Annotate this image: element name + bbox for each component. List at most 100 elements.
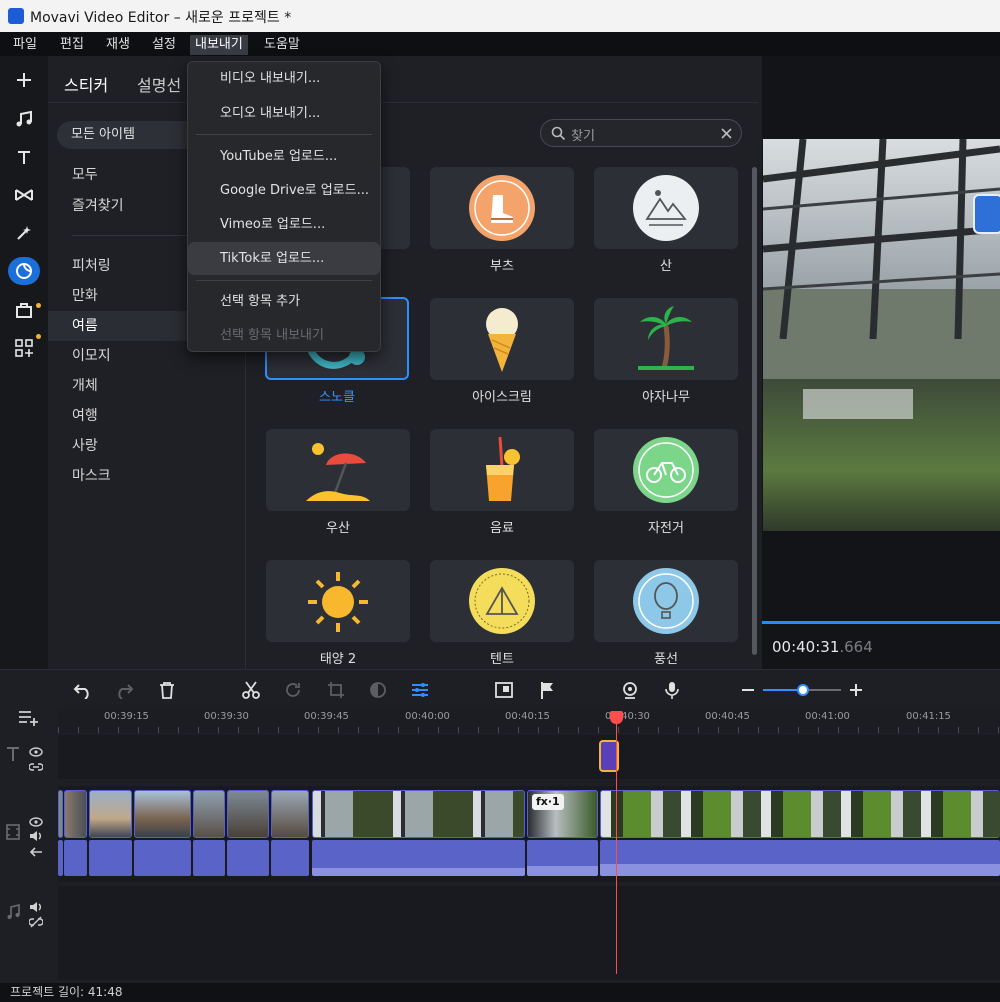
audio-wave[interactable]	[312, 840, 525, 876]
menu-item-upload-tiktok[interactable]: TikTok로 업로드...	[188, 242, 380, 275]
crop-icon[interactable]	[326, 680, 346, 700]
video-clip-parrots[interactable]	[600, 790, 1000, 838]
tab-callouts[interactable]: 설명선	[137, 72, 181, 96]
video-track-icon	[6, 824, 20, 844]
menu-item-upload-youtube[interactable]: YouTube로 업로드...	[188, 141, 380, 172]
audio-wave[interactable]	[64, 840, 87, 876]
sticker-tile-umbrella[interactable]	[266, 429, 410, 511]
microphone-icon[interactable]	[662, 680, 682, 700]
music-icon[interactable]	[8, 105, 40, 133]
menu-item-export-video[interactable]: 비디오 내보내기...	[188, 63, 380, 94]
video-clip[interactable]	[227, 790, 269, 838]
menu-file[interactable]: 파일	[8, 35, 42, 55]
menu-export[interactable]: 내보내기	[190, 35, 248, 55]
filter-dropdown[interactable]: 모든 아이템	[57, 121, 207, 149]
titles-icon[interactable]	[8, 143, 40, 171]
menu-settings[interactable]: 설정	[147, 35, 181, 55]
movavi-logo-icon	[8, 8, 24, 24]
sticker-tile-bicycle[interactable]	[594, 429, 738, 511]
category-love[interactable]: 사랑	[48, 431, 245, 461]
audio-wave[interactable]	[600, 840, 1000, 876]
video-clip[interactable]	[271, 790, 309, 838]
store-bag-icon[interactable]	[8, 296, 40, 324]
audio-wave[interactable]	[58, 840, 63, 876]
tent-icon	[469, 568, 535, 634]
playhead-handle[interactable]	[610, 711, 623, 724]
webcam-icon[interactable]	[620, 680, 640, 700]
sticker-label-tent: 텐트	[490, 652, 514, 667]
sticker-tile-sun[interactable]	[266, 560, 410, 642]
zoom-slider-thumb[interactable]	[797, 684, 809, 696]
sticker-tile-mountain[interactable]	[594, 167, 738, 249]
menu-play[interactable]: 재생	[101, 35, 135, 55]
sticker-tile-tent[interactable]	[430, 560, 574, 642]
clip-properties-icon[interactable]	[410, 680, 430, 700]
category-objects[interactable]: 개체	[48, 371, 245, 401]
rotate-icon[interactable]	[283, 680, 303, 700]
clear-icon[interactable]	[721, 128, 732, 139]
audio-wave[interactable]	[227, 840, 269, 876]
ruler-tick: 00:40:15	[505, 711, 550, 722]
menu-item-export-audio[interactable]: 오디오 내보내기...	[188, 98, 380, 129]
sticker-label-bicycle: 자전거	[648, 521, 684, 536]
sticker-tile-balloon[interactable]	[594, 560, 738, 642]
title-track[interactable]	[58, 735, 1000, 779]
pip-icon[interactable]	[494, 680, 514, 700]
menu-bar: 파일 편집 재생 설정 내보내기 도움말	[0, 32, 1000, 56]
redo-icon[interactable]	[114, 680, 134, 700]
effects-wand-icon[interactable]	[8, 219, 40, 247]
audio-wave[interactable]	[193, 840, 225, 876]
video-clip[interactable]	[193, 790, 225, 838]
video-clip[interactable]	[89, 790, 132, 838]
sticker-tile-palm[interactable]	[594, 298, 738, 380]
audio-wave[interactable]	[134, 840, 191, 876]
transitions-icon[interactable]	[8, 181, 40, 209]
video-clip[interactable]	[64, 790, 87, 838]
delete-icon[interactable]	[157, 680, 177, 700]
menu-item-add-selection[interactable]: 선택 항목 추가	[188, 286, 380, 317]
sticker-overlay[interactable]	[973, 194, 1000, 234]
video-clip[interactable]	[58, 790, 63, 838]
tab-stickers[interactable]: 스티커	[64, 72, 108, 96]
fx-badge[interactable]: fx·1	[532, 794, 564, 810]
color-adjust-icon[interactable]	[368, 680, 388, 700]
menu-item-upload-google-drive[interactable]: Google Drive로 업로드...	[188, 175, 380, 206]
category-travel[interactable]: 여행	[48, 401, 245, 431]
preview-progress[interactable]	[762, 621, 1000, 624]
menu-item-upload-vimeo[interactable]: Vimeo로 업로드...	[188, 209, 380, 240]
video-clip[interactable]	[134, 790, 191, 838]
category-masks[interactable]: 마스크	[48, 461, 245, 491]
sticker-scrollbar[interactable]	[752, 167, 757, 655]
search-input[interactable]: 찾기	[571, 125, 595, 144]
cut-icon[interactable]	[241, 680, 261, 700]
stickers-icon[interactable]	[8, 257, 40, 285]
zoom-out-icon[interactable]	[738, 680, 758, 700]
video-clip-greenhouse[interactable]	[312, 790, 525, 838]
sticker-tile-drink[interactable]	[430, 429, 574, 511]
sticker-tile-icecream[interactable]	[430, 298, 574, 380]
title-track-link-icon[interactable]	[28, 758, 44, 777]
menu-help[interactable]: 도움말	[259, 35, 305, 55]
undo-icon[interactable]	[73, 680, 93, 700]
music-track[interactable]	[58, 886, 1000, 980]
timeline-ruler[interactable]: 00:39:15 00:39:30 00:39:45 00:40:00 00:4…	[58, 709, 1000, 733]
sticker-tile-boots[interactable]	[430, 167, 574, 249]
more-tools-icon[interactable]	[8, 334, 40, 362]
audio-wave[interactable]	[527, 840, 598, 876]
sun-icon	[308, 572, 368, 632]
zoom-in-icon[interactable]	[846, 680, 866, 700]
preview-panel: 00:40:31.664	[762, 56, 1000, 669]
add-track-icon[interactable]	[18, 709, 40, 731]
audio-wave[interactable]	[89, 840, 132, 876]
music-track-link-icon[interactable]	[28, 913, 44, 932]
add-media-icon[interactable]	[8, 66, 40, 94]
menu-edit[interactable]: 편집	[55, 35, 89, 55]
video-track-collapse-icon[interactable]	[29, 843, 43, 862]
audio-wave[interactable]	[271, 840, 309, 876]
ruler-tick: 00:40:00	[405, 711, 450, 722]
sticker-label-snorkel: 스노클	[319, 390, 355, 405]
greenhouse-roof-image	[763, 139, 1000, 339]
marker-flag-icon[interactable]	[537, 680, 557, 700]
search-box[interactable]: 찾기	[540, 119, 742, 147]
divider	[0, 669, 1000, 670]
